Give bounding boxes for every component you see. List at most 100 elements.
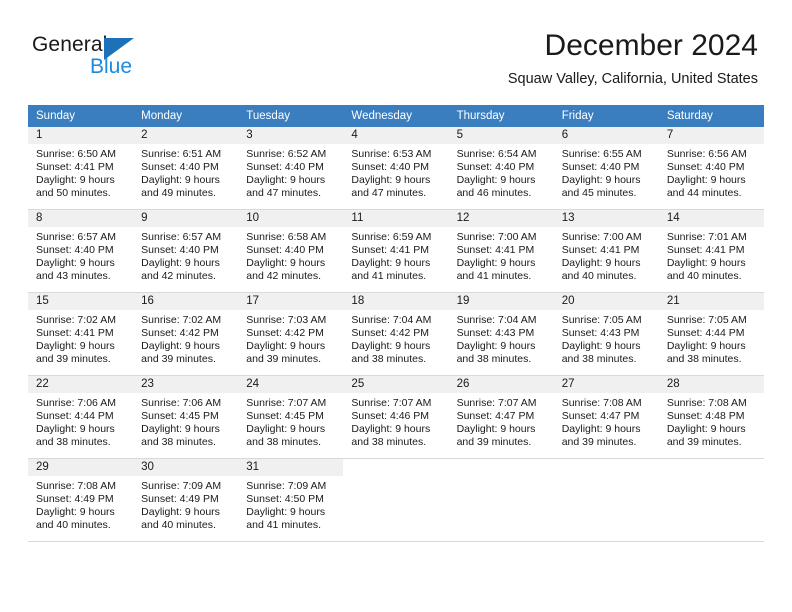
sunrise-text: Sunrise: 7:08 AM [561,397,642,409]
day-details: Sunrise: 7:06 AM Sunset: 4:45 PM Dayligh… [133,393,238,449]
day-cell[interactable]: 1 Sunrise: 6:50 AM Sunset: 4:41 PM Dayli… [28,127,134,209]
location-subtitle: Squaw Valley, California, United States [507,71,758,87]
day-cell[interactable]: 18 Sunrise: 7:04 AM Sunset: 4:42 PM Dayl… [343,293,449,375]
calendar-cell: 30 Sunrise: 7:09 AM Sunset: 4:49 PM Dayl… [133,458,239,542]
day-details: Sunrise: 7:09 AM Sunset: 4:49 PM Dayligh… [133,476,238,532]
sunset-text: Sunset: 4:40 PM [351,160,430,173]
day-cell[interactable]: 25 Sunrise: 7:07 AM Sunset: 4:46 PM Dayl… [343,376,449,458]
daylight-text-line2: and 41 minutes. [351,269,427,282]
day-details: Sunrise: 7:00 AM Sunset: 4:41 PM Dayligh… [554,227,659,283]
calendar-week-row: 22 Sunrise: 7:06 AM Sunset: 4:44 PM Dayl… [28,375,764,459]
calendar-cell-empty [343,458,449,542]
day-cell[interactable]: 12 Sunrise: 7:00 AM Sunset: 4:41 PM Dayl… [448,210,554,292]
day-cell[interactable]: 5 Sunrise: 6:54 AM Sunset: 4:40 PM Dayli… [448,127,554,209]
daylight-text-line2: and 40 minutes. [141,518,216,531]
calendar-cell: 29 Sunrise: 7:08 AM Sunset: 4:49 PM Dayl… [28,458,134,542]
daylight-text-line1: Daylight: 9 hours [456,339,536,352]
logo[interactable]: General Blue [32,33,232,83]
sunrise-text: Sunrise: 7:02 AM [141,314,222,326]
calendar-cell: 25 Sunrise: 7:07 AM Sunset: 4:46 PM Dayl… [343,375,449,459]
daylight-text-line2: and 39 minutes. [246,352,321,365]
day-details: Sunrise: 6:59 AM Sunset: 4:41 PM Dayligh… [343,227,448,283]
day-cell[interactable]: 23 Sunrise: 7:06 AM Sunset: 4:45 PM Dayl… [133,376,239,458]
daylight-text-line2: and 38 minutes. [351,435,427,448]
day-cell[interactable]: 7 Sunrise: 6:56 AM Sunset: 4:40 PM Dayli… [658,127,764,209]
sunset-text: Sunset: 4:40 PM [141,160,219,173]
calendar-cell: 14 Sunrise: 7:01 AM Sunset: 4:41 PM Dayl… [658,209,764,293]
daylight-text-line1: Daylight: 9 hours [351,173,431,186]
calendar-cell: 1 Sunrise: 6:50 AM Sunset: 4:41 PM Dayli… [28,127,134,210]
day-cell[interactable]: 16 Sunrise: 7:02 AM Sunset: 4:42 PM Dayl… [133,293,239,375]
day-cell[interactable]: 10 Sunrise: 6:58 AM Sunset: 4:40 PM Dayl… [238,210,344,292]
day-cell[interactable]: 30 Sunrise: 7:09 AM Sunset: 4:49 PM Dayl… [133,459,239,541]
calendar-cell: 6 Sunrise: 6:55 AM Sunset: 4:40 PM Dayli… [553,127,659,210]
day-cell[interactable]: 8 Sunrise: 6:57 AM Sunset: 4:40 PM Dayli… [28,210,134,292]
day-number: 26 [448,376,554,393]
day-cell[interactable]: 29 Sunrise: 7:08 AM Sunset: 4:49 PM Dayl… [28,459,134,541]
day-cell[interactable]: 4 Sunrise: 6:53 AM Sunset: 4:40 PM Dayli… [343,127,449,209]
day-cell[interactable]: 21 Sunrise: 7:05 AM Sunset: 4:44 PM Dayl… [658,293,764,375]
day-cell[interactable]: 22 Sunrise: 7:06 AM Sunset: 4:44 PM Dayl… [28,376,134,458]
day-details: Sunrise: 7:05 AM Sunset: 4:44 PM Dayligh… [659,310,764,366]
day-number: 9 [133,210,239,227]
day-number: 27 [553,376,659,393]
sunrise-text: Sunrise: 7:07 AM [246,397,327,409]
calendar-cell: 17 Sunrise: 7:03 AM Sunset: 4:42 PM Dayl… [238,292,344,376]
day-number: 1 [28,127,134,144]
day-details: Sunrise: 7:03 AM Sunset: 4:42 PM Dayligh… [238,310,343,366]
daylight-text-line1: Daylight: 9 hours [666,422,746,435]
day-cell[interactable]: 13 Sunrise: 7:00 AM Sunset: 4:41 PM Dayl… [553,210,659,292]
day-cell[interactable]: 3 Sunrise: 6:52 AM Sunset: 4:40 PM Dayli… [238,127,344,209]
day-details: Sunrise: 7:08 AM Sunset: 4:49 PM Dayligh… [28,476,133,532]
calendar-cell: 24 Sunrise: 7:07 AM Sunset: 4:45 PM Dayl… [238,375,344,459]
daylight-text-line2: and 38 minutes. [246,435,321,448]
calendar-cell: 13 Sunrise: 7:00 AM Sunset: 4:41 PM Dayl… [553,209,659,293]
day-cell[interactable]: 19 Sunrise: 7:04 AM Sunset: 4:43 PM Dayl… [448,293,554,375]
daylight-text-line2: and 43 minutes. [36,269,111,282]
day-cell[interactable]: 24 Sunrise: 7:07 AM Sunset: 4:45 PM Dayl… [238,376,344,458]
day-details: Sunrise: 6:58 AM Sunset: 4:40 PM Dayligh… [238,227,343,283]
day-number: 21 [658,293,764,310]
sunset-text: Sunset: 4:42 PM [246,326,324,339]
calendar-cell: 31 Sunrise: 7:09 AM Sunset: 4:50 PM Dayl… [238,458,344,542]
day-number: 22 [28,376,134,393]
daylight-text-line2: and 38 minutes. [666,352,742,365]
sunset-text: Sunset: 4:44 PM [666,326,745,339]
daylight-text-line2: and 39 minutes. [141,352,216,365]
sunset-text: Sunset: 4:42 PM [351,326,430,339]
calendar-body: 1 Sunrise: 6:50 AM Sunset: 4:41 PM Dayli… [28,127,764,542]
day-details: Sunrise: 7:05 AM Sunset: 4:43 PM Dayligh… [554,310,659,366]
calendar-cell: 20 Sunrise: 7:05 AM Sunset: 4:43 PM Dayl… [553,292,659,376]
calendar-cell: 28 Sunrise: 7:08 AM Sunset: 4:48 PM Dayl… [658,375,764,459]
day-cell[interactable]: 28 Sunrise: 7:08 AM Sunset: 4:48 PM Dayl… [658,376,764,458]
daylight-text-line1: Daylight: 9 hours [246,339,326,352]
sunset-text: Sunset: 4:44 PM [36,409,114,422]
calendar-cell: 11 Sunrise: 6:59 AM Sunset: 4:41 PM Dayl… [343,209,449,293]
day-cell[interactable]: 20 Sunrise: 7:05 AM Sunset: 4:43 PM Dayl… [553,293,659,375]
day-cell[interactable]: 14 Sunrise: 7:01 AM Sunset: 4:41 PM Dayl… [658,210,764,292]
day-details: Sunrise: 6:51 AM Sunset: 4:40 PM Dayligh… [133,144,238,200]
day-cell[interactable]: 11 Sunrise: 6:59 AM Sunset: 4:41 PM Dayl… [343,210,449,292]
day-number: 23 [133,376,239,393]
day-cell[interactable]: 15 Sunrise: 7:02 AM Sunset: 4:41 PM Dayl… [28,293,134,375]
sunrise-text: Sunrise: 7:07 AM [456,397,537,409]
daylight-text-line2: and 39 minutes. [36,352,111,365]
daylight-text-line1: Daylight: 9 hours [666,339,746,352]
day-details: Sunrise: 7:08 AM Sunset: 4:47 PM Dayligh… [554,393,659,449]
day-cell[interactable]: 9 Sunrise: 6:57 AM Sunset: 4:40 PM Dayli… [133,210,239,292]
sunset-text: Sunset: 4:41 PM [456,243,535,256]
day-cell[interactable]: 26 Sunrise: 7:07 AM Sunset: 4:47 PM Dayl… [448,376,554,458]
sunrise-text: Sunrise: 6:57 AM [141,231,222,243]
day-cell[interactable]: 6 Sunrise: 6:55 AM Sunset: 4:40 PM Dayli… [553,127,659,209]
weekday-header-wednesday: Wednesday [343,105,449,127]
day-cell[interactable]: 2 Sunrise: 6:51 AM Sunset: 4:40 PM Dayli… [133,127,239,209]
day-number: 31 [238,459,344,476]
day-cell[interactable]: 17 Sunrise: 7:03 AM Sunset: 4:42 PM Dayl… [238,293,344,375]
day-cell[interactable]: 27 Sunrise: 7:08 AM Sunset: 4:47 PM Dayl… [553,376,659,458]
sunrise-text: Sunrise: 6:57 AM [36,231,116,243]
daylight-text-line1: Daylight: 9 hours [246,505,326,518]
title-block: December 2024 Squaw Valley, California, … [508,28,758,88]
day-cell[interactable]: 31 Sunrise: 7:09 AM Sunset: 4:50 PM Dayl… [238,459,344,541]
day-details: Sunrise: 6:55 AM Sunset: 4:40 PM Dayligh… [554,144,659,200]
sunset-text: Sunset: 4:49 PM [36,492,114,505]
